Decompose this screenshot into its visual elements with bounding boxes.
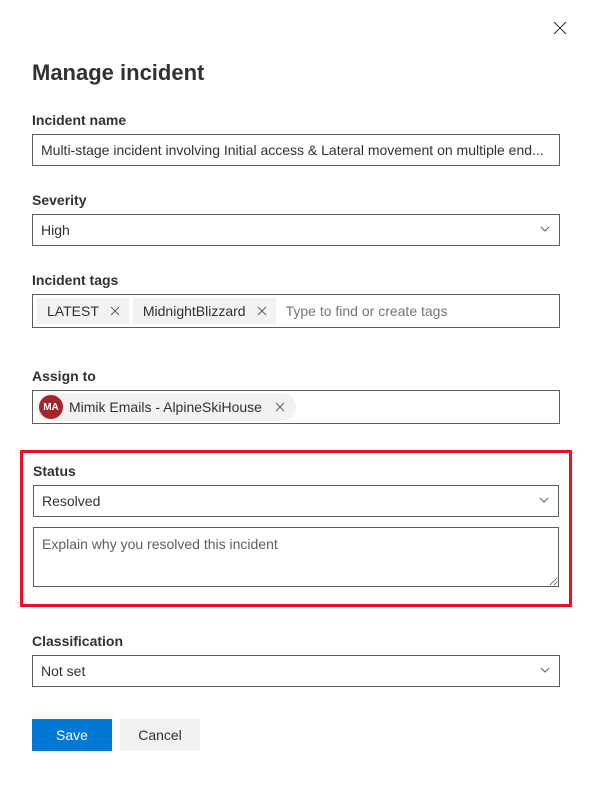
manage-incident-panel: Manage incident Incident name Multi-stag… xyxy=(0,0,592,751)
close-button[interactable] xyxy=(550,18,570,38)
tags-text-input[interactable] xyxy=(280,298,555,324)
severity-label: Severity xyxy=(32,192,560,208)
tags-group: Incident tags LATEST MidnightBlizzard xyxy=(32,272,560,328)
chevron-down-icon xyxy=(539,663,551,679)
cancel-button[interactable]: Cancel xyxy=(120,719,200,751)
tags-label: Incident tags xyxy=(32,272,560,288)
status-group: Status Resolved xyxy=(33,463,559,517)
classification-label: Classification xyxy=(32,633,560,649)
status-value: Resolved xyxy=(42,493,100,509)
chevron-down-icon xyxy=(538,493,550,509)
tag-label: LATEST xyxy=(47,303,99,319)
incident-name-group: Incident name Multi-stage incident invol… xyxy=(32,112,560,166)
classification-value: Not set xyxy=(41,663,85,679)
close-icon xyxy=(257,306,267,316)
assignee-remove-button[interactable] xyxy=(272,399,288,415)
assignee-chip: MA Mimik Emails - AlpineSkiHouse xyxy=(37,393,296,421)
incident-name-label: Incident name xyxy=(32,112,560,128)
assign-to-input[interactable]: MA Mimik Emails - AlpineSkiHouse xyxy=(32,390,560,424)
status-select[interactable]: Resolved xyxy=(33,485,559,517)
tag-label: MidnightBlizzard xyxy=(143,303,246,319)
classification-group: Classification Not set xyxy=(32,633,560,687)
severity-group: Severity High xyxy=(32,192,560,246)
severity-value: High xyxy=(41,222,70,238)
assign-to-label: Assign to xyxy=(32,368,560,384)
page-title: Manage incident xyxy=(32,60,560,86)
close-icon xyxy=(110,306,120,316)
avatar: MA xyxy=(39,395,63,419)
save-button[interactable]: Save xyxy=(32,719,112,751)
status-highlight-region: Status Resolved xyxy=(20,450,572,607)
severity-select[interactable]: High xyxy=(32,214,560,246)
tag-remove-button[interactable] xyxy=(107,303,123,319)
assign-to-group: Assign to MA Mimik Emails - AlpineSkiHou… xyxy=(32,368,560,424)
tags-input[interactable]: LATEST MidnightBlizzard xyxy=(32,294,560,328)
chevron-down-icon xyxy=(539,222,551,238)
classification-select[interactable]: Not set xyxy=(32,655,560,687)
resolution-explanation-input[interactable] xyxy=(33,527,559,587)
assignee-name: Mimik Emails - AlpineSkiHouse xyxy=(69,399,262,415)
incident-name-input[interactable]: Multi-stage incident involving Initial a… xyxy=(32,134,560,166)
tag-chip: MidnightBlizzard xyxy=(133,298,276,324)
tag-chip: LATEST xyxy=(37,298,129,324)
status-label: Status xyxy=(33,463,559,479)
tag-remove-button[interactable] xyxy=(254,303,270,319)
footer-actions: Save Cancel xyxy=(32,719,560,751)
incident-name-value: Multi-stage incident involving Initial a… xyxy=(41,142,551,158)
close-icon xyxy=(553,21,567,35)
close-icon xyxy=(275,402,285,412)
